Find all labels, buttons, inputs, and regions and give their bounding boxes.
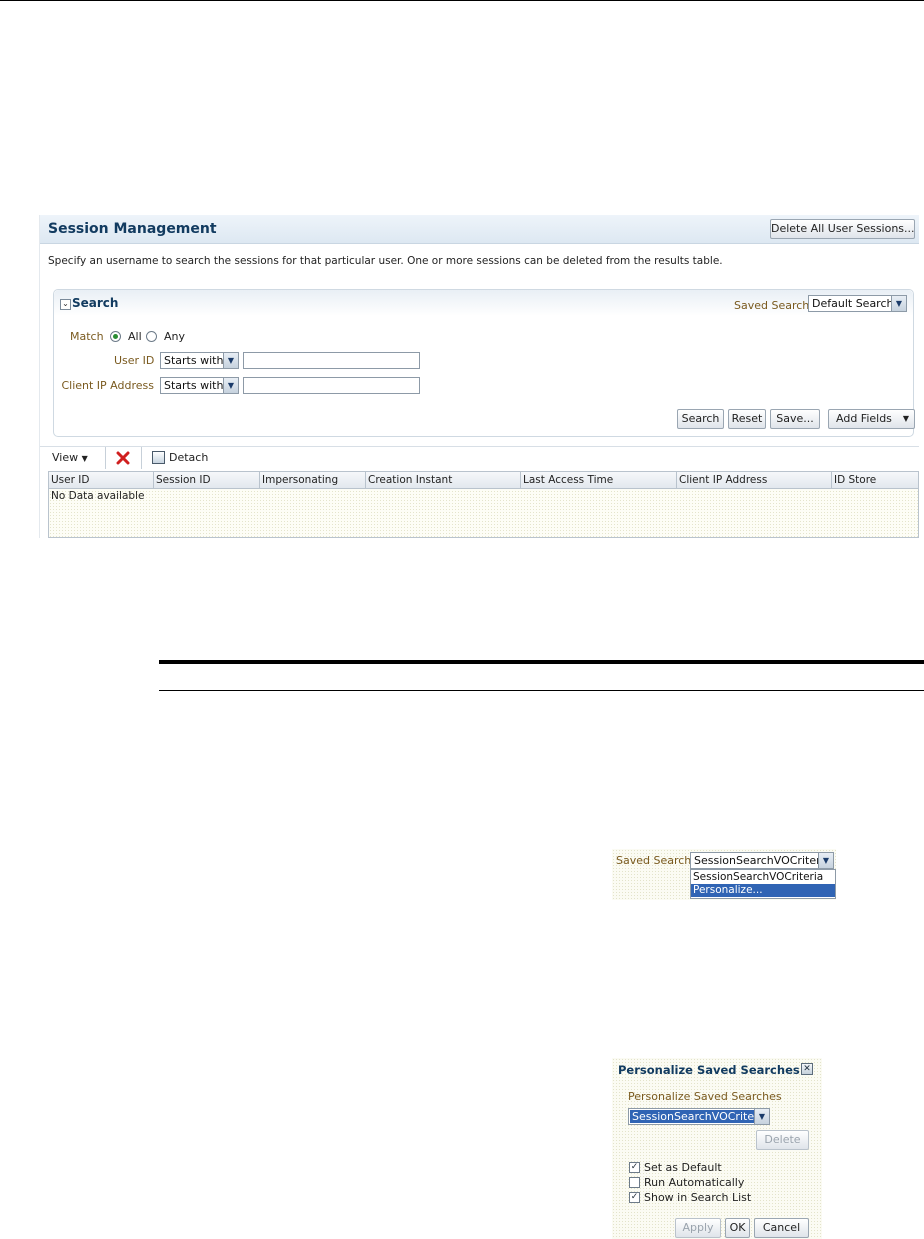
match-all-label: All xyxy=(128,330,142,343)
column-header-last-access-time[interactable]: Last Access Time xyxy=(521,472,677,488)
set-as-default-label: Set as Default xyxy=(644,1161,722,1174)
user-id-operator-select[interactable]: Starts with ▼ xyxy=(160,352,239,369)
session-management-panel: Session Management Delete All User Sessi… xyxy=(39,215,919,538)
add-fields-button[interactable]: Add Fields ▼ xyxy=(828,409,915,429)
close-icon[interactable]: ✕ xyxy=(801,1063,813,1075)
personalize-option[interactable]: Personalize... xyxy=(691,884,835,897)
client-ip-input[interactable] xyxy=(243,377,420,394)
add-fields-label: Add Fields xyxy=(836,412,892,425)
column-header-creation-instant[interactable]: Creation Instant xyxy=(366,472,521,488)
search-panel: ⌄ Search Saved Search Default Search ▼ M… xyxy=(53,289,915,437)
show-in-search-list-checkbox[interactable]: ✓ xyxy=(629,1192,640,1203)
saved-search-label: Saved Search xyxy=(616,854,692,867)
client-ip-operator-value: Starts with xyxy=(164,379,224,392)
user-id-label: User ID xyxy=(114,354,155,367)
dialog-title: Personalize Saved Searches xyxy=(618,1063,800,1077)
ok-button[interactable]: OK xyxy=(725,1218,750,1238)
saved-search-options-list: SessionSearchVOCriteria Personalize... xyxy=(690,869,836,899)
empty-table-message: No Data available xyxy=(51,490,145,502)
search-header: ⌄ Search Saved Search Default Search ▼ xyxy=(54,290,913,316)
column-header-impersonating[interactable]: Impersonating xyxy=(260,472,366,488)
personalize-search-select[interactable]: SessionSearchVOCriteria ▼ xyxy=(628,1108,770,1125)
sessions-table: User ID Session ID Impersonating Creatio… xyxy=(48,471,919,538)
run-automatically-checkbox[interactable] xyxy=(629,1177,640,1188)
detach-button[interactable]: Detach xyxy=(169,451,208,464)
saved-search-select[interactable]: SessionSearchVOCriteria ▼ xyxy=(690,852,834,869)
column-header-session-id[interactable]: Session ID xyxy=(154,472,260,488)
save-button[interactable]: Save... xyxy=(770,409,820,429)
saved-search-dropdown-panel: Saved Search SessionSearchVOCriteria ▼ S… xyxy=(612,849,836,900)
search-title: Search xyxy=(72,296,119,310)
reset-button[interactable]: Reset xyxy=(728,409,766,429)
personalize-dialog: Personalize Saved Searches ✕ Personalize… xyxy=(612,1058,822,1239)
match-any-radio[interactable] xyxy=(146,331,157,342)
saved-search-value: SessionSearchVOCriteria xyxy=(694,854,831,867)
view-menu[interactable]: View ▼ xyxy=(52,451,88,464)
saved-search-select[interactable]: Default Search ▼ xyxy=(808,295,907,312)
page-description: Specify an username to search the sessio… xyxy=(48,255,723,267)
match-all-radio[interactable] xyxy=(110,331,121,342)
delete-icon[interactable] xyxy=(116,451,130,465)
client-ip-operator-select[interactable]: Starts with ▼ xyxy=(160,377,239,394)
chevron-down-icon: ▼ xyxy=(223,378,238,393)
page-top-rule xyxy=(0,0,924,1)
column-header-client-ip-address[interactable]: Client IP Address xyxy=(677,472,832,488)
collapse-toggle-icon[interactable]: ⌄ xyxy=(60,299,71,310)
user-id-input[interactable] xyxy=(243,352,420,369)
match-label: Match xyxy=(70,330,104,343)
delete-button[interactable]: Delete xyxy=(756,1130,809,1150)
section-rule-thick xyxy=(159,660,924,664)
detach-icon[interactable] xyxy=(152,451,165,464)
dropdown-arrow-icon: ▼ xyxy=(81,454,88,463)
set-as-default-checkbox[interactable]: ✓ xyxy=(629,1162,640,1173)
chevron-down-icon: ▼ xyxy=(818,853,833,868)
chevron-down-icon: ▼ xyxy=(754,1109,769,1124)
chevron-down-icon: ▼ xyxy=(223,353,238,368)
show-in-search-list-label: Show in Search List xyxy=(644,1191,752,1204)
saved-search-label: Saved Search xyxy=(734,299,810,312)
delete-all-sessions-button[interactable]: Delete All User Sessions... xyxy=(770,219,915,239)
column-header-id-store[interactable]: ID Store xyxy=(832,472,918,488)
column-header-user-id[interactable]: User ID xyxy=(49,472,154,488)
chevron-down-icon: ▼ xyxy=(891,296,906,311)
table-header: User ID Session ID Impersonating Creatio… xyxy=(49,472,918,489)
view-menu-label: View xyxy=(52,451,79,464)
dialog-subtitle: Personalize Saved Searches xyxy=(628,1090,782,1103)
dropdown-arrow-icon: ▼ xyxy=(902,414,909,423)
run-automatically-label: Run Automatically xyxy=(644,1176,745,1189)
toolbar-separator xyxy=(105,447,106,469)
personalize-search-value: SessionSearchVOCriteria xyxy=(630,1110,769,1123)
page-title: Session Management xyxy=(48,221,217,237)
match-any-label: Any xyxy=(164,330,186,343)
client-ip-label: Client IP Address xyxy=(61,379,154,392)
user-id-operator-value: Starts with xyxy=(164,354,224,367)
apply-button[interactable]: Apply xyxy=(675,1218,721,1238)
search-button[interactable]: Search xyxy=(677,409,724,429)
saved-search-option[interactable]: SessionSearchVOCriteria xyxy=(691,871,835,884)
cancel-button[interactable]: Cancel xyxy=(754,1218,809,1238)
section-rule-thin xyxy=(159,690,924,691)
saved-search-value: Default Search xyxy=(812,297,894,310)
toolbar-separator xyxy=(141,447,142,469)
panel-header: Session Management Delete All User Sessi… xyxy=(40,215,919,244)
